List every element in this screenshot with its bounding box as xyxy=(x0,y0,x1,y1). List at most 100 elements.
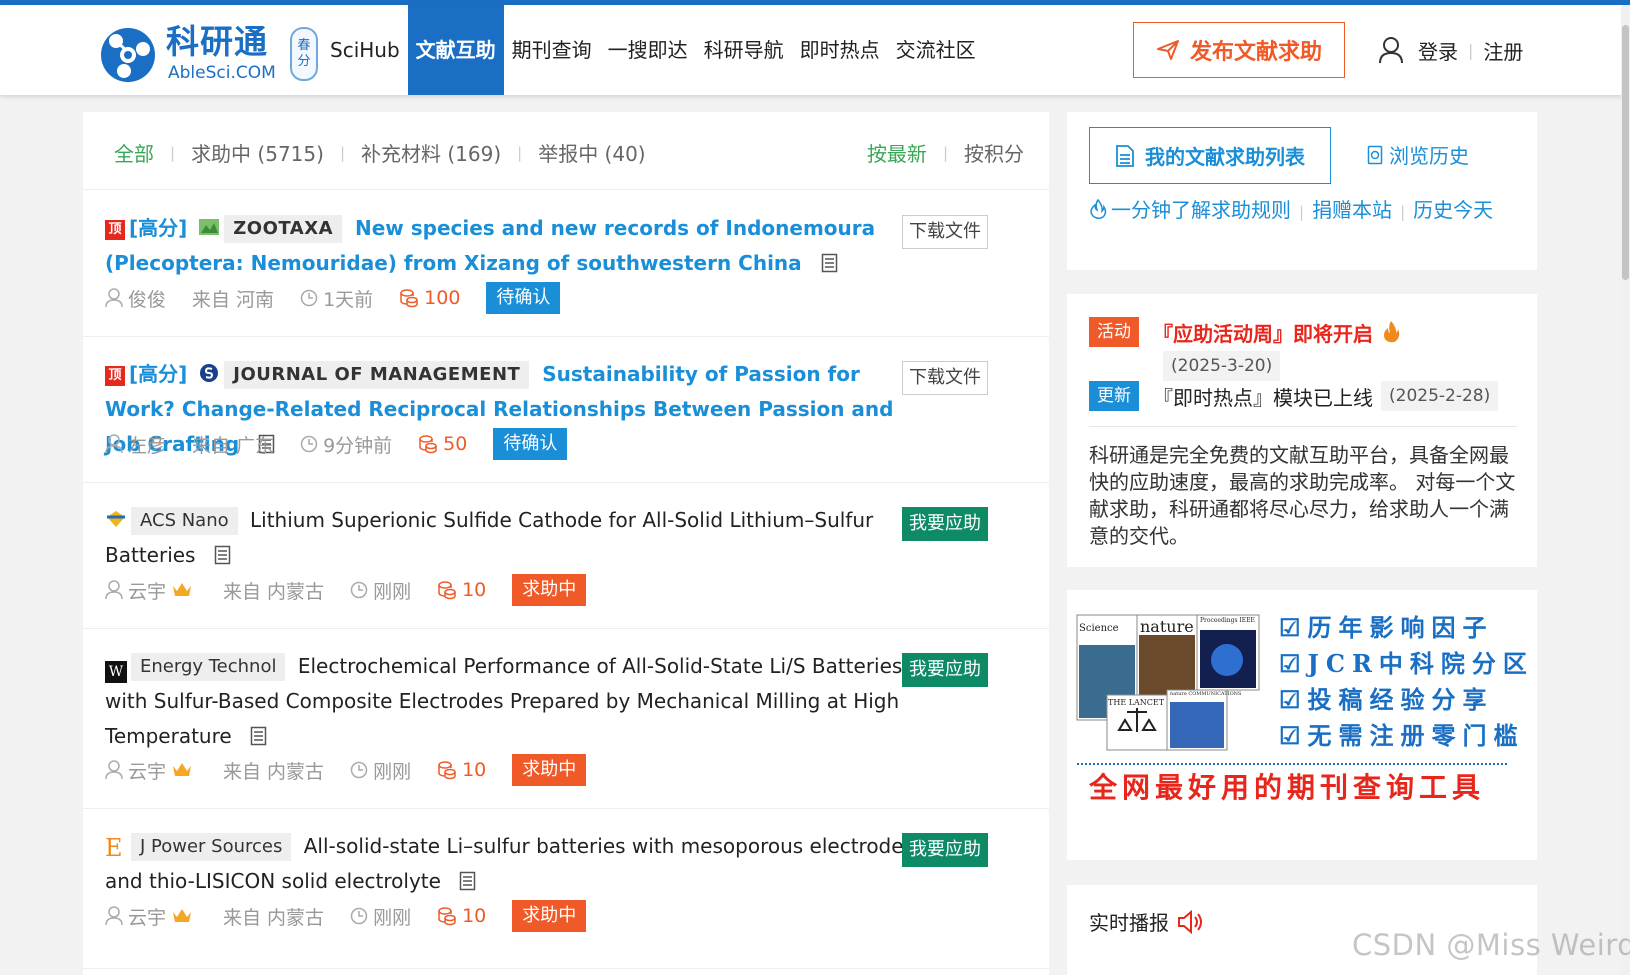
site-header: 科研通 AbleSci.COM 春 分 SciHub 文献互助 期刊查询 一搜即… xyxy=(0,5,1630,95)
pinned-badge: 顶 xyxy=(105,220,125,240)
requester[interactable]: 云宇 xyxy=(105,577,197,604)
status-badge: 求助中 xyxy=(512,574,587,606)
status-badge: 求助中 xyxy=(512,900,587,932)
journal-tag[interactable]: JOURNAL OF MANAGEMENT xyxy=(224,361,530,389)
history-today-link[interactable]: 历史今天 xyxy=(1413,198,1493,222)
crown-icon xyxy=(173,583,192,596)
journal-tag[interactable]: Energy Technol xyxy=(131,653,286,681)
post-time: 9分钟前 xyxy=(300,431,392,458)
help-links: 一分钟了解求助规则 | 捐赠本站 | 历史今天 xyxy=(1089,197,1519,226)
coins-icon xyxy=(419,435,437,454)
crown-icon xyxy=(173,909,192,922)
browse-history-label: 浏览历史 xyxy=(1389,144,1469,168)
document-icon[interactable] xyxy=(459,871,476,891)
pinned-badge: 顶 xyxy=(105,366,125,386)
user-icon xyxy=(105,434,123,454)
requester[interactable]: 云宇 xyxy=(105,903,197,930)
document-icon[interactable] xyxy=(214,545,231,565)
season-badge: 春 分 xyxy=(290,27,318,81)
download-file-button[interactable]: 下载文件 xyxy=(902,215,988,249)
news-date: (2025-3-20) xyxy=(1163,351,1281,381)
document-icon[interactable] xyxy=(250,726,267,746)
journal-query-ad[interactable]: Science nature Proceedings IEEE THE LANC… xyxy=(1067,590,1537,860)
journal-tag[interactable]: J Power Sources xyxy=(131,833,292,861)
respond-button[interactable]: 我要应助 xyxy=(902,653,988,687)
news-item[interactable]: 活动 『应助活动周』即将开启 xyxy=(1089,317,1401,347)
nav-literature-help[interactable]: 文献互助 xyxy=(407,5,504,95)
requester-name: 云宇 xyxy=(128,906,167,929)
donate-link[interactable]: 捐赠本站 xyxy=(1312,198,1392,222)
journal-tag[interactable]: ACS Nano xyxy=(131,507,238,535)
post-time: 刚刚 xyxy=(350,903,411,930)
clock-icon xyxy=(350,907,368,925)
nav-quick-search[interactable]: 一搜即达 xyxy=(600,5,696,95)
document-icon[interactable] xyxy=(821,253,838,273)
rules-link[interactable]: 一分钟了解求助规则 xyxy=(1111,198,1291,222)
watermark: CSDN @Miss Weird xyxy=(1352,928,1630,962)
journal-tag[interactable]: ZOOTAXA xyxy=(224,215,343,243)
news-date-row: (2025-3-20) xyxy=(1163,351,1281,381)
sort-points[interactable]: 按积分 xyxy=(964,138,1024,167)
post-time-text: 刚刚 xyxy=(373,580,412,603)
reward-points: 10 xyxy=(437,579,486,601)
nav-community[interactable]: 交流社区 xyxy=(888,5,984,95)
request-title-block: ACS Nano Lithium Superionic Sulfide Cath… xyxy=(105,503,915,573)
requester[interactable]: 云宇 xyxy=(105,757,197,784)
request-meta: 左彦 来自 广东 9分钟前 50 待确认 xyxy=(105,428,568,460)
post-request-button[interactable]: 发布文献求助 xyxy=(1133,22,1345,78)
journal-logo-icon xyxy=(107,511,125,527)
main-nav: SciHub 文献互助 期刊查询 一搜即达 科研导航 即时热点 交流社区 xyxy=(322,5,984,95)
news-tag: 活动 xyxy=(1089,317,1139,347)
filter-all[interactable]: 全部 xyxy=(114,138,154,167)
my-request-list-button[interactable]: 我的文献求助列表 xyxy=(1089,127,1331,184)
nav-journal-search[interactable]: 期刊查询 xyxy=(504,5,600,95)
login-link[interactable]: 登录 xyxy=(1418,36,1458,65)
speaker-muted-icon[interactable] xyxy=(1177,909,1203,934)
flame-icon xyxy=(1090,198,1107,219)
sort-latest[interactable]: 按最新 xyxy=(867,138,927,167)
clock-icon xyxy=(300,289,318,307)
filter-reported[interactable]: 举报中 (40) xyxy=(538,138,645,167)
nav-scihub[interactable]: SciHub xyxy=(322,5,408,95)
register-link[interactable]: 注册 xyxy=(1483,36,1523,65)
download-file-button[interactable]: 下载文件 xyxy=(902,361,988,395)
season-top: 春 xyxy=(297,38,311,53)
request-item: EJ Power Sources All-solid-state Li–sulf… xyxy=(83,809,1049,969)
site-logo[interactable]: 科研通 AbleSci.COM xyxy=(100,23,300,83)
user-icon xyxy=(1379,37,1403,64)
high-points-tag: [高分] xyxy=(129,216,188,240)
user-icon xyxy=(105,760,123,780)
news-item[interactable]: 更新 『即时热点』模块已上线 (2025-2-28) xyxy=(1089,381,1499,411)
coins-icon xyxy=(438,581,456,600)
filter-bar: 全部 | 求助中 (5715) | 补充材料 (169) | 举报中 (40) … xyxy=(83,112,1049,190)
vertical-scrollbar[interactable] xyxy=(1621,5,1630,975)
requester[interactable]: 左彦 xyxy=(105,431,166,458)
requester-name: 左彦 xyxy=(128,434,167,457)
status-filters: 全部 | 求助中 (5715) | 补充材料 (169) | 举报中 (40) xyxy=(114,138,646,167)
journal-logo-icon xyxy=(199,219,220,235)
region: 来自 内蒙古 xyxy=(223,906,325,929)
respond-button[interactable]: 我要应助 xyxy=(902,507,988,541)
status-badge: 待确认 xyxy=(486,282,561,314)
requester[interactable]: 俊俊 xyxy=(105,285,166,312)
respond-button[interactable]: 我要应助 xyxy=(902,833,988,867)
scrollbar-thumb[interactable] xyxy=(1622,25,1629,280)
requester-name: 云宇 xyxy=(128,580,167,603)
filter-divider: | xyxy=(339,143,345,162)
filter-seeking[interactable]: 求助中 (5715) xyxy=(191,138,324,167)
reward-points: 50 xyxy=(418,433,467,455)
browse-history-link[interactable]: 浏览历史 xyxy=(1367,140,1469,169)
requester-name: 俊俊 xyxy=(128,288,167,311)
filter-supplement[interactable]: 补充材料 (169) xyxy=(361,138,501,167)
sort-options: 按最新 | 按积分 xyxy=(867,138,1024,167)
request-title[interactable]: New species and new records of Indonemou… xyxy=(105,216,875,275)
clock-icon xyxy=(350,581,368,599)
post-time-text: 刚刚 xyxy=(373,906,412,929)
nav-hot-topics[interactable]: 即时热点 xyxy=(792,5,888,95)
user-icon xyxy=(105,906,123,926)
request-meta: 俊俊 来自 河南 1天前 100 待确认 xyxy=(105,282,561,314)
cover-proceedings: Proceedings IEEE xyxy=(1200,617,1255,624)
nav-research-nav[interactable]: 科研导航 xyxy=(696,5,792,95)
news-title: 『即时热点』模块已上线 xyxy=(1153,385,1373,410)
reward-points: 100 xyxy=(399,287,460,309)
